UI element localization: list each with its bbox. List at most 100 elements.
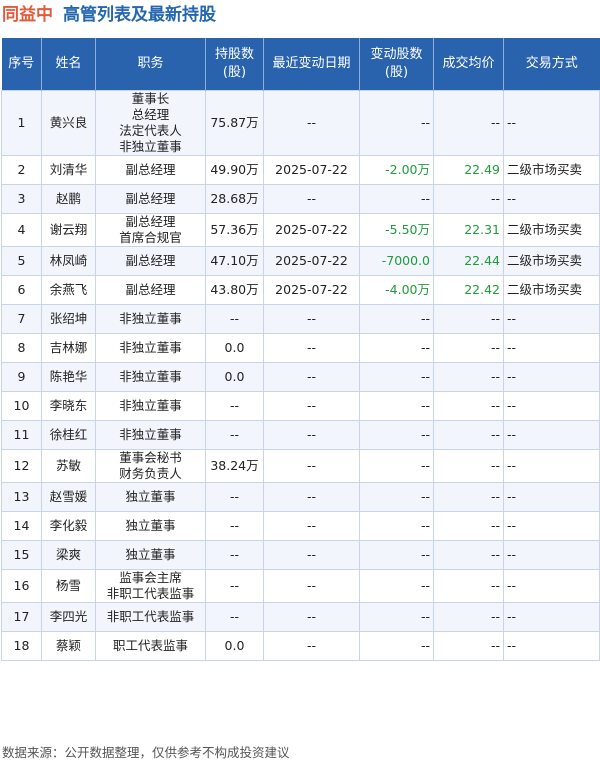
shares-held: 28.68万 xyxy=(205,184,264,214)
table-row: 3 赵鹏 副总经理 28.68万 -- -- -- -- xyxy=(1,184,600,214)
executive-name: 李晓东 xyxy=(41,391,96,421)
row-index: 2 xyxy=(1,155,42,185)
executive-positions: 副总经理 xyxy=(95,275,206,305)
trade-method: 二级市场买卖 xyxy=(503,155,600,185)
last-change-date: -- xyxy=(263,569,360,603)
table-row: 12 苏敏 董事会秘书 财务负责人 38.24万 -- -- -- -- xyxy=(1,449,600,483)
trade-method: -- xyxy=(503,631,600,661)
table-row: 16 杨雪 监事会主席 非职工代表监事 -- -- -- -- -- xyxy=(1,569,600,603)
position-title: 职工代表监事 xyxy=(112,638,188,653)
shares-change: -2.00万 xyxy=(359,155,434,185)
position-title: 非职工代表监事 xyxy=(106,586,195,601)
avg-price: -- xyxy=(433,482,504,512)
trade-method: -- xyxy=(503,482,600,512)
shares-held: -- xyxy=(205,304,264,334)
col-price-header: 成交均价 xyxy=(433,38,504,91)
shares-held: -- xyxy=(205,482,264,512)
shares-held: 38.24万 xyxy=(205,449,264,483)
shares-held: -- xyxy=(205,540,264,570)
executive-name: 李四光 xyxy=(41,602,96,632)
trade-method: -- xyxy=(503,362,600,392)
position-title: 副总经理 xyxy=(125,162,176,177)
avg-price: -- xyxy=(433,90,504,156)
title-bar: 同益中 高管列表及最新持股 xyxy=(0,0,600,36)
last-change-date: -- xyxy=(263,420,360,450)
row-index: 18 xyxy=(1,631,42,661)
position-title: 非独立董事 xyxy=(119,139,182,154)
shares-change: -- xyxy=(359,511,434,541)
table-row: 18 蔡颖 职工代表监事 0.0 -- -- -- -- xyxy=(1,631,600,661)
last-change-date: -- xyxy=(263,602,360,632)
table-row: 17 李四光 非职工代表监事 -- -- -- -- -- xyxy=(1,602,600,632)
trade-method: -- xyxy=(503,184,600,214)
shares-held: 0.0 xyxy=(205,631,264,661)
shares-held: -- xyxy=(205,602,264,632)
executive-positions: 副总经理 xyxy=(95,155,206,185)
executive-positions: 非独立董事 xyxy=(95,420,206,450)
row-index: 10 xyxy=(1,391,42,421)
row-index: 5 xyxy=(1,246,42,276)
trade-method: -- xyxy=(503,391,600,421)
last-change-date: -- xyxy=(263,90,360,156)
avg-price: -- xyxy=(433,184,504,214)
position-title: 监事会主席 xyxy=(119,570,182,585)
executive-name: 谢云翔 xyxy=(41,213,96,247)
executive-name: 张绍坤 xyxy=(41,304,96,334)
executive-name: 林凤崎 xyxy=(41,246,96,276)
table-row: 8 吉林娜 非独立董事 0.0 -- -- -- -- xyxy=(1,333,600,363)
row-index: 9 xyxy=(1,362,42,392)
executive-positions: 监事会主席 非职工代表监事 xyxy=(95,569,206,603)
executives-table: 序号 姓名 职务 持股数 (股) 最近变动日期 变动股数 (股) 成交均价 交易方式 1 黄兴良 董事… xyxy=(1,38,600,661)
last-change-date: -- xyxy=(263,482,360,512)
shares-held: 47.10万 xyxy=(205,246,264,276)
executive-positions: 独立董事 xyxy=(95,482,206,512)
executive-positions: 董事长 总经理 法定代表人 非独立董事 xyxy=(95,90,206,156)
last-change-date: -- xyxy=(263,362,360,392)
avg-price: -- xyxy=(433,449,504,483)
executive-positions: 董事会秘书 财务负责人 xyxy=(95,449,206,483)
table-row: 15 梁爽 独立董事 -- -- -- -- -- xyxy=(1,540,600,570)
executive-positions: 副总经理 首席合规官 xyxy=(95,213,206,247)
executive-positions: 副总经理 xyxy=(95,246,206,276)
executive-positions: 非独立董事 xyxy=(95,362,206,392)
shares-change: -- xyxy=(359,333,434,363)
executive-positions: 副总经理 xyxy=(95,184,206,214)
executive-name: 陈艳华 xyxy=(41,362,96,392)
shares-held: 49.90万 xyxy=(205,155,264,185)
col-index-header: 序号 xyxy=(1,38,42,91)
row-index: 12 xyxy=(1,449,42,483)
page-title: 高管列表及最新持股 xyxy=(63,5,216,25)
executive-positions: 独立董事 xyxy=(95,511,206,541)
shares-held: 0.0 xyxy=(205,333,264,363)
col-method-header: 交易方式 xyxy=(503,38,600,91)
executive-name: 黄兴良 xyxy=(41,90,96,156)
avg-price: 22.42 xyxy=(433,275,504,305)
position-title: 董事长 xyxy=(131,91,170,106)
last-change-date: 2025-07-22 xyxy=(263,246,360,276)
last-change-date: -- xyxy=(263,511,360,541)
col-name-header: 姓名 xyxy=(41,38,96,91)
avg-price: 22.49 xyxy=(433,155,504,185)
executive-name: 徐桂红 xyxy=(41,420,96,450)
executive-name: 赵雪媛 xyxy=(41,482,96,512)
last-change-date: 2025-07-22 xyxy=(263,275,360,305)
col-position-header: 职务 xyxy=(95,38,206,91)
row-index: 14 xyxy=(1,511,42,541)
position-title: 独立董事 xyxy=(125,518,176,533)
trade-method: 二级市场买卖 xyxy=(503,213,600,247)
table-row: 10 李晓东 非独立董事 -- -- -- -- -- xyxy=(1,391,600,421)
position-title: 非独立董事 xyxy=(119,398,182,413)
col-shares-header: 持股数 (股) xyxy=(205,38,264,91)
shares-change: -- xyxy=(359,569,434,603)
table-row: 7 张绍坤 非独立董事 -- -- -- -- -- xyxy=(1,304,600,334)
executive-positions: 非独立董事 xyxy=(95,304,206,334)
table-body: 1 黄兴良 董事长 总经理 法定代表人 非独立董事 75.87万 -- -- -- -- 2 刘清华 副总… xyxy=(1,90,600,661)
table-row: 9 陈艳华 非独立董事 0.0 -- -- -- -- xyxy=(1,362,600,392)
shares-held: -- xyxy=(205,511,264,541)
avg-price: 22.31 xyxy=(433,213,504,247)
shares-held: -- xyxy=(205,420,264,450)
executive-name: 杨雪 xyxy=(41,569,96,603)
trade-method: -- xyxy=(503,602,600,632)
table-row: 1 黄兴良 董事长 总经理 法定代表人 非独立董事 75.87万 -- -- -- -- xyxy=(1,90,600,156)
position-title: 董事会秘书 xyxy=(119,450,182,465)
